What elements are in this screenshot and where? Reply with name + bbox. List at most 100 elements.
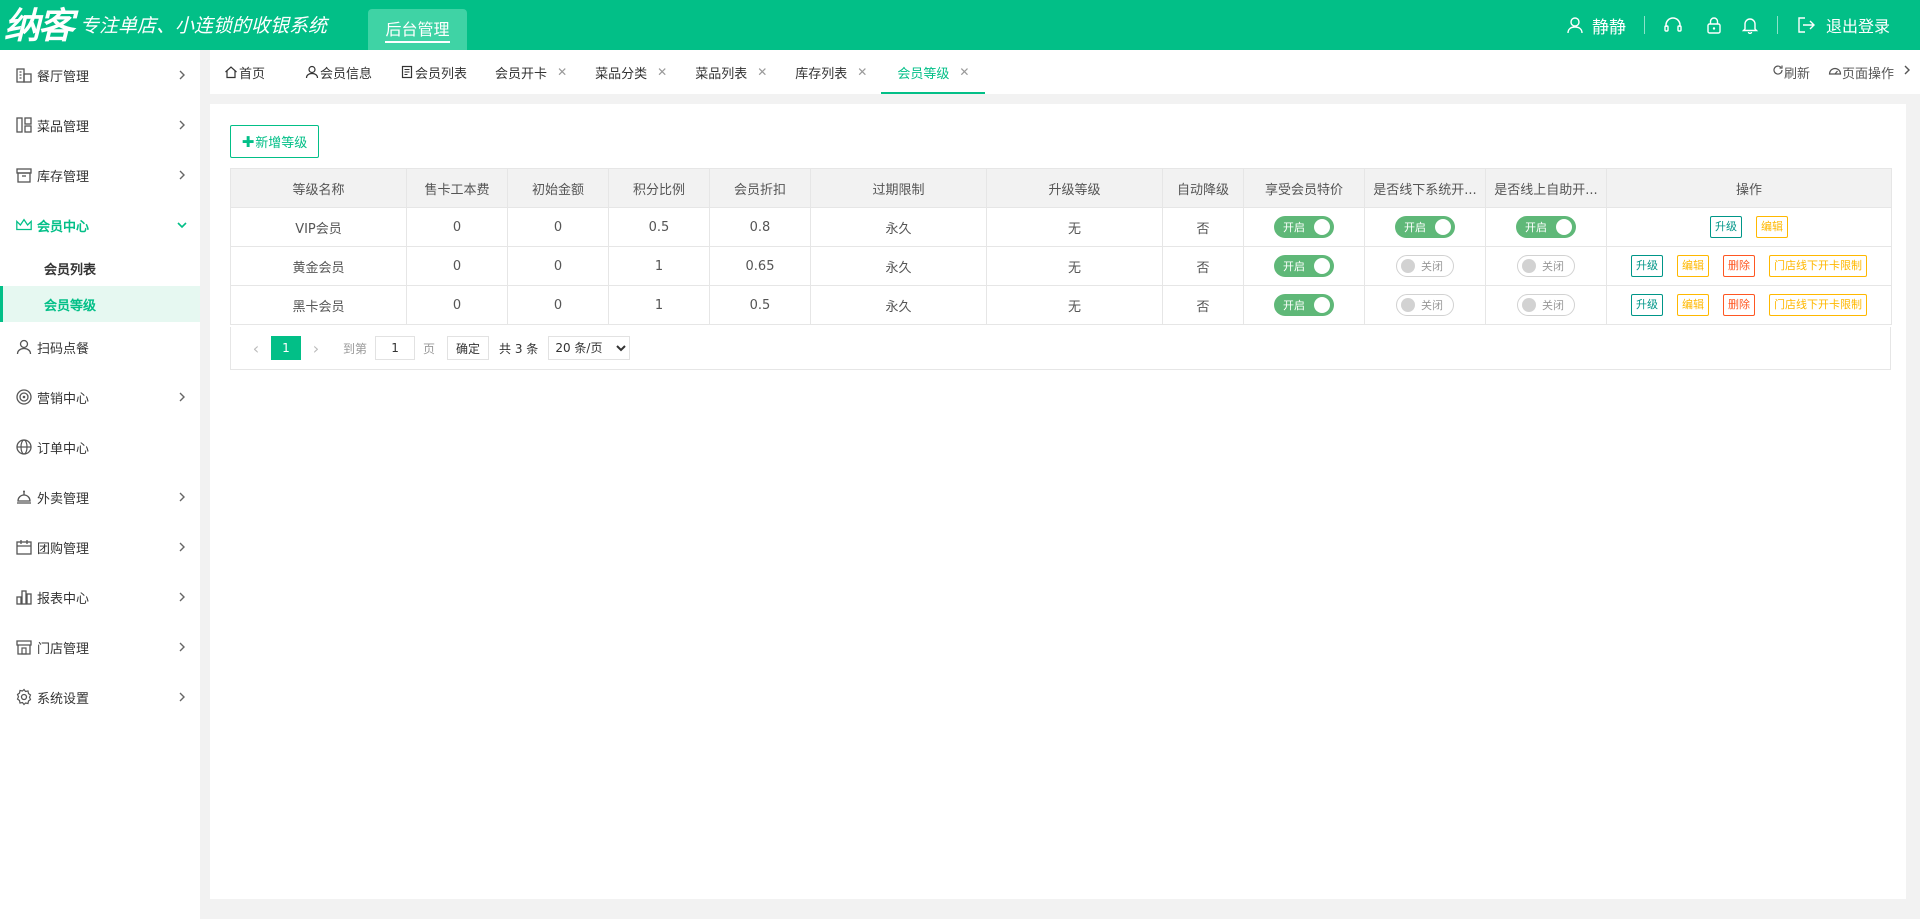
col-special[interactable]: 享受会员特价 — [1243, 168, 1365, 208]
cell-online: 关闭 — [1485, 285, 1607, 325]
tab-member-open-card[interactable]: 会员开卡 ✕ — [481, 50, 581, 94]
delete-button[interactable]: 删除 — [1723, 255, 1755, 277]
store-offline-limit-button[interactable]: 门店线下开卡限制 — [1769, 255, 1867, 277]
total-count: 共 3 条 — [499, 341, 539, 356]
col-init-amount[interactable]: 初始金额 — [507, 168, 609, 208]
chevron-right-icon — [174, 539, 190, 555]
headset-icon[interactable] — [1663, 16, 1683, 34]
col-upgrade[interactable]: 升级等级 — [986, 168, 1163, 208]
tab-dish-category[interactable]: 菜品分类 ✕ — [581, 50, 681, 94]
col-online[interactable]: 是否线上自助开... — [1485, 168, 1607, 208]
bell-tray-icon — [15, 488, 33, 506]
special-toggle[interactable]: 开启 — [1274, 294, 1334, 316]
close-icon[interactable]: ✕ — [959, 65, 969, 79]
page-ops-button[interactable]: 页面操作 — [1828, 63, 1894, 82]
tab-member-list[interactable]: 会员列表 — [386, 50, 481, 94]
sidebar-item-label: 报表中心 — [37, 591, 90, 607]
add-level-button[interactable]: ✚ 新增等级 — [230, 125, 319, 158]
col-offline[interactable]: 是否线下系统开... — [1364, 168, 1486, 208]
offline-toggle[interactable]: 关闭 — [1396, 255, 1454, 277]
prev-page-icon[interactable]: ‹ — [241, 339, 271, 358]
sidebar-item-marketing[interactable]: 营销中心 — [0, 372, 200, 422]
page-unit-label: 页 — [423, 341, 436, 356]
special-toggle[interactable]: 开启 — [1274, 255, 1334, 277]
sidebar-item-dishes[interactable]: 菜品管理 — [0, 100, 200, 150]
tab-member-level[interactable]: 会员等级 ✕ — [881, 50, 986, 94]
box-icon — [15, 166, 33, 184]
cell-card-fee: 0 — [406, 246, 508, 286]
online-toggle[interactable]: 开启 — [1516, 216, 1576, 238]
edit-button[interactable]: 编辑 — [1677, 294, 1709, 316]
brand-logo: 纳客 专注单店、小连锁的收银系统 — [4, 5, 327, 47]
col-card-fee[interactable]: 售卡工本费 — [406, 168, 508, 208]
sidebar-item-reports[interactable]: 报表中心 — [0, 572, 200, 622]
offline-toggle[interactable]: 关闭 — [1396, 294, 1454, 316]
sidebar-item-group-buy[interactable]: 团购管理 — [0, 522, 200, 572]
col-auto-down[interactable]: 自动降级 — [1162, 168, 1244, 208]
top-header: 纳客 专注单店、小连锁的收银系统 后台管理 静静 退出登录 — [0, 0, 1920, 50]
col-discount[interactable]: 会员折扣 — [709, 168, 811, 208]
offline-toggle[interactable]: 开启 — [1395, 216, 1455, 238]
logout-button[interactable]: 退出登录 — [1826, 13, 1890, 37]
refresh-button[interactable]: 刷新 — [1772, 63, 1810, 82]
sidebar-item-stores[interactable]: 门店管理 — [0, 622, 200, 672]
delete-button[interactable]: 删除 — [1723, 294, 1755, 316]
online-toggle[interactable]: 关闭 — [1517, 294, 1575, 316]
user-name[interactable]: 静静 — [1592, 13, 1626, 38]
cell-level-name: 黄金会员 — [230, 246, 407, 286]
sidebar-item-label: 系统设置 — [37, 691, 90, 707]
crown-icon — [15, 216, 33, 234]
cell-auto-down: 否 — [1162, 246, 1244, 286]
sidebar-subitem-member-list[interactable]: 会员列表 — [0, 250, 200, 286]
store-offline-limit-button[interactable]: 门店线下开卡限制 — [1769, 294, 1867, 316]
edit-button[interactable]: 编辑 — [1756, 216, 1788, 238]
logout-icon[interactable] — [1796, 16, 1816, 34]
tab-home[interactable]: 首页 — [210, 50, 279, 94]
tab-dish-list[interactable]: 菜品列表 ✕ — [681, 50, 781, 94]
col-points-ratio[interactable]: 积分比例 — [608, 168, 710, 208]
sidebar-item-inventory[interactable]: 库存管理 — [0, 150, 200, 200]
cell-online: 开启 — [1485, 207, 1607, 247]
close-icon[interactable]: ✕ — [657, 65, 667, 79]
upgrade-button[interactable]: 升级 — [1631, 255, 1663, 277]
upgrade-button[interactable]: 升级 — [1710, 216, 1742, 238]
chevron-down-icon — [174, 217, 190, 233]
next-page-icon[interactable]: › — [301, 339, 331, 358]
chevron-right-icon[interactable] — [1902, 64, 1912, 80]
goto-confirm-button[interactable]: 确定 — [447, 336, 490, 360]
edit-button[interactable]: 编辑 — [1677, 255, 1709, 277]
special-toggle[interactable]: 开启 — [1274, 216, 1334, 238]
cell-init-amount: 0 — [507, 207, 609, 247]
close-icon[interactable]: ✕ — [557, 65, 567, 79]
sidebar-item-member-center[interactable]: 会员中心 — [0, 200, 200, 250]
close-icon[interactable]: ✕ — [857, 65, 867, 79]
online-toggle[interactable]: 关闭 — [1517, 255, 1575, 277]
sidebar-item-scan-order[interactable]: 扫码点餐 — [0, 322, 200, 372]
page-size-select[interactable]: 20 条/页 — [548, 336, 631, 360]
col-expire[interactable]: 过期限制 — [810, 168, 987, 208]
user-icon[interactable] — [1566, 16, 1584, 34]
page-number-current[interactable]: 1 — [271, 336, 301, 360]
page-tabs-bar: 首页 会员信息 会员列表 会员开卡 ✕ 菜品分类 ✕ 菜品列表 ✕ 库存列表 ✕… — [210, 50, 1920, 94]
upgrade-button[interactable]: 升级 — [1631, 294, 1663, 316]
bell-icon[interactable] — [1741, 16, 1759, 34]
sidebar-item-settings[interactable]: 系统设置 — [0, 672, 200, 722]
admin-tab[interactable]: 后台管理 — [368, 9, 467, 50]
lock-icon[interactable] — [1705, 16, 1723, 34]
cell-expire: 永久 — [810, 207, 987, 247]
sidebar-item-label: 库存管理 — [37, 169, 90, 185]
goto-page-input[interactable] — [375, 336, 416, 360]
sidebar-subitem-member-level[interactable]: 会员等级 — [0, 286, 200, 322]
col-level-name[interactable]: 等级名称 — [230, 168, 407, 208]
tab-label: 会员等级 — [897, 66, 950, 82]
table-row: 黄金会员 0 0 1 0.65 永久 无 否 开启 关闭 关闭 升级 编辑 删除… — [230, 246, 1892, 286]
close-icon[interactable]: ✕ — [757, 65, 767, 79]
sidebar-item-orders[interactable]: 订单中心 — [0, 422, 200, 472]
sidebar-item-label: 餐厅管理 — [37, 69, 90, 85]
toggle-label: 开启 — [1283, 221, 1305, 234]
sidebar-item-restaurant[interactable]: 餐厅管理 — [0, 50, 200, 100]
cell-discount: 0.65 — [709, 246, 811, 286]
sidebar-item-takeout[interactable]: 外卖管理 — [0, 472, 200, 522]
tab-inventory-list[interactable]: 库存列表 ✕ — [781, 50, 881, 94]
tab-member-info[interactable]: 会员信息 — [291, 50, 386, 94]
